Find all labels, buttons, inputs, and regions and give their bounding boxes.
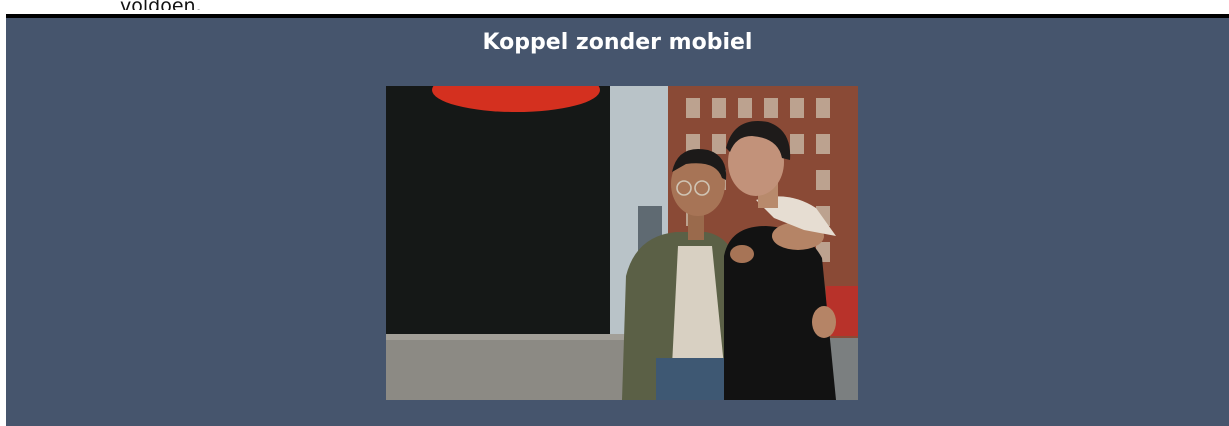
page: voldoen. Koppel zonder mobiel [0,0,1229,426]
photo-illustration [386,86,858,400]
content-card: Koppel zonder mobiel [6,14,1229,426]
couple-photo [386,86,858,400]
card-title: Koppel zonder mobiel [482,30,753,55]
previous-section-text: voldoen. [120,0,202,10]
